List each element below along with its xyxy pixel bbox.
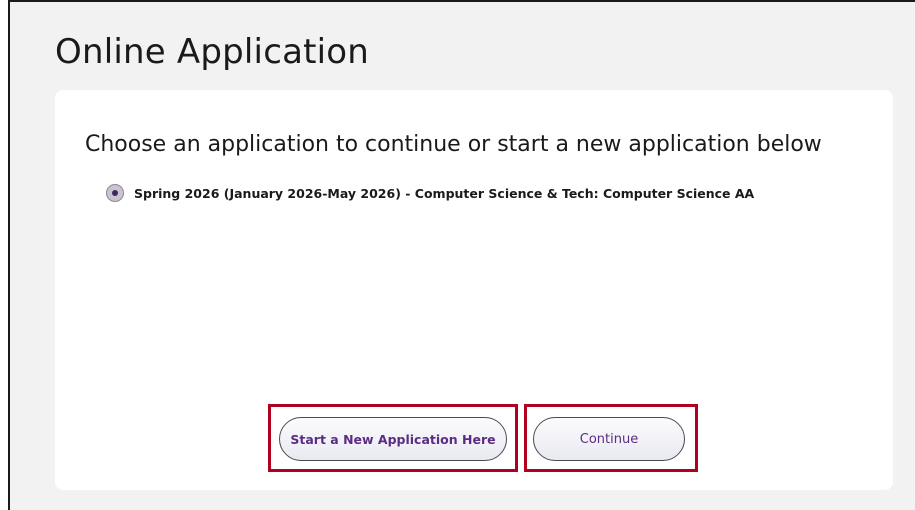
start-new-application-button[interactable]: Start a New Application Here	[279, 417, 507, 461]
application-option-label: Spring 2026 (January 2026-May 2026) - Co…	[134, 185, 755, 201]
radio-dot	[112, 190, 118, 196]
continue-button[interactable]: Continue	[533, 417, 685, 461]
page-title: Online Application	[55, 32, 370, 72]
app-frame: Online Application Choose an application…	[8, 0, 915, 510]
card-heading: Choose an application to continue or sta…	[85, 132, 822, 157]
application-card: Choose an application to continue or sta…	[55, 90, 893, 490]
radio-selected-icon[interactable]	[106, 184, 124, 202]
application-option[interactable]: Spring 2026 (January 2026-May 2026) - Co…	[106, 184, 754, 202]
